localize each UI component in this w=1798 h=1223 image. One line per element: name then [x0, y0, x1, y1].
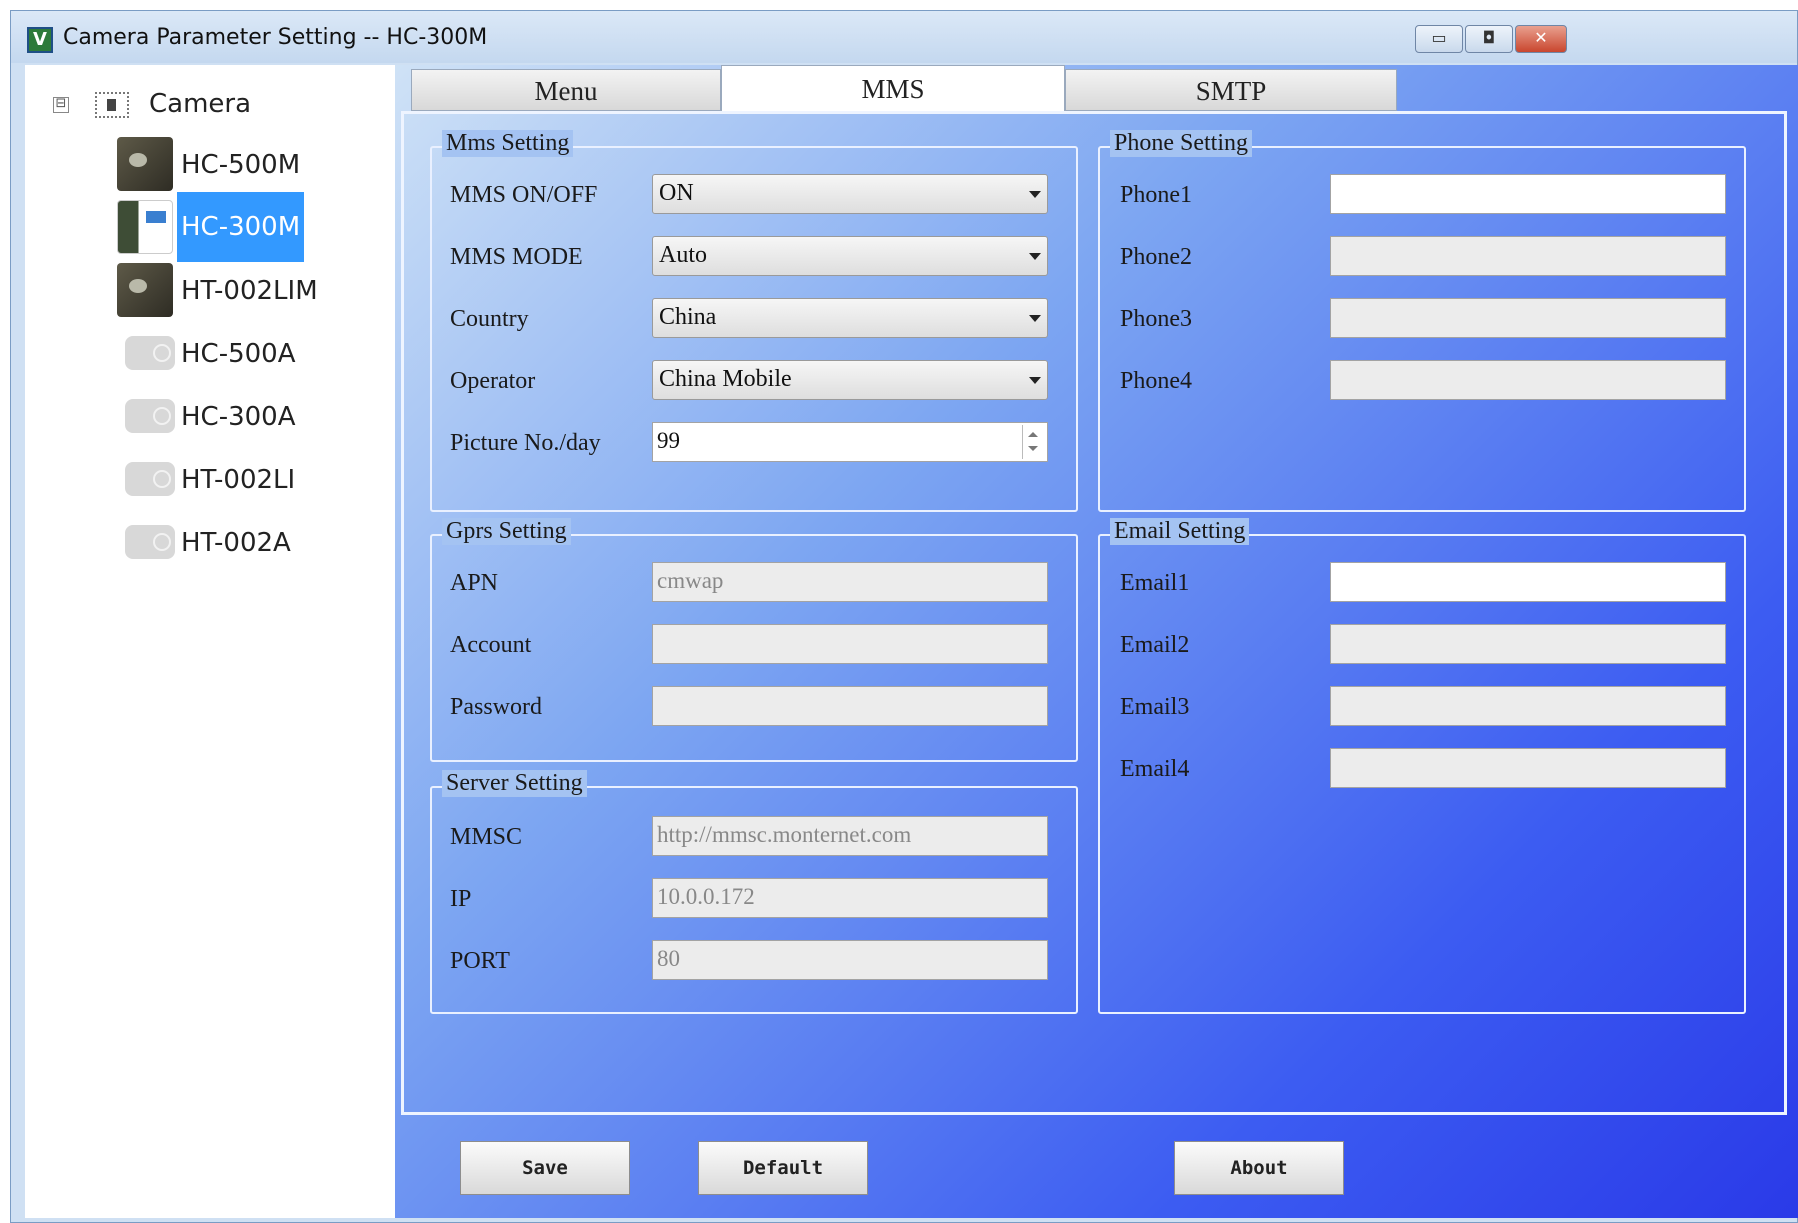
- dropdown-arrow-icon: [1029, 253, 1041, 260]
- spin-buttons[interactable]: [1022, 425, 1045, 459]
- mmsc-label: MMSC: [450, 824, 523, 850]
- window-title: Camera Parameter Setting -- HC-300M: [63, 25, 488, 50]
- apn-input[interactable]: cmwap: [652, 562, 1048, 602]
- operator-label: Operator: [450, 368, 536, 394]
- account-label: Account: [450, 632, 532, 658]
- ip-label: IP: [450, 886, 472, 912]
- apn-label: APN: [450, 570, 499, 596]
- phone-setting-title: Phone Setting: [1110, 130, 1253, 157]
- server-setting-title: Server Setting: [442, 770, 587, 797]
- camera-thumbnail-icon: [117, 137, 173, 191]
- tree-root-camera[interactable]: ⊟ Camera: [53, 89, 251, 119]
- phone2-label: Phone2: [1120, 244, 1192, 270]
- account-input[interactable]: [652, 624, 1048, 664]
- camera-placeholder-icon: [125, 525, 175, 559]
- camera-placeholder-icon: [125, 462, 175, 496]
- phone4-label: Phone4: [1120, 368, 1192, 394]
- mms-onoff-value: ON: [659, 180, 694, 206]
- picture-per-day-label: Picture No./day: [450, 430, 601, 456]
- port-label: PORT: [450, 948, 510, 974]
- operator-select[interactable]: China Mobile: [652, 360, 1048, 400]
- dropdown-arrow-icon: [1029, 377, 1041, 384]
- email2-label: Email2: [1120, 632, 1190, 658]
- mms-onoff-select[interactable]: ON: [652, 174, 1048, 214]
- email4-input[interactable]: [1330, 748, 1726, 788]
- tree-item-label: HT-002LI: [181, 465, 296, 495]
- mms-mode-select[interactable]: Auto: [652, 236, 1048, 276]
- email-setting-group: Email Setting Email1 Email2 Email3 Email…: [1098, 518, 1746, 1014]
- email2-input[interactable]: [1330, 624, 1726, 664]
- maximize-button[interactable]: ◘: [1465, 25, 1513, 53]
- camera-thumbnail-icon: [117, 263, 173, 317]
- camera-package-thumbnail-icon: [117, 200, 173, 254]
- gprs-setting-group: Gprs Setting APN cmwap Account Password: [430, 518, 1078, 762]
- country-select[interactable]: China: [652, 298, 1048, 338]
- phone2-input[interactable]: [1330, 236, 1726, 276]
- app-window: V Camera Parameter Setting -- HC-300M ▭ …: [10, 10, 1798, 1223]
- email3-label: Email3: [1120, 694, 1190, 720]
- spin-down-icon[interactable]: [1028, 446, 1038, 451]
- country-value: China: [659, 304, 717, 330]
- email3-input[interactable]: [1330, 686, 1726, 726]
- mms-onoff-label: MMS ON/OFF: [450, 182, 598, 208]
- gprs-setting-title: Gprs Setting: [442, 518, 571, 545]
- tab-smtp[interactable]: SMTP: [1065, 69, 1397, 111]
- picture-per-day-value: 99: [657, 428, 680, 453]
- collapse-icon[interactable]: ⊟: [53, 96, 69, 113]
- default-button[interactable]: Default: [698, 1141, 868, 1195]
- server-setting-group: Server Setting MMSC http://mmsc.monterne…: [430, 770, 1078, 1014]
- tree-item-label: HC-300A: [181, 402, 296, 432]
- picture-per-day-stepper[interactable]: 99: [652, 422, 1048, 462]
- phone-setting-group: Phone Setting Phone1 Phone2 Phone3 Phone…: [1098, 130, 1746, 512]
- password-input[interactable]: [652, 686, 1048, 726]
- mmsc-input[interactable]: http://mmsc.monternet.com: [652, 816, 1048, 856]
- port-input[interactable]: 80: [652, 940, 1048, 980]
- app-logo-icon: V: [27, 27, 53, 53]
- tree-root-label: Camera: [149, 89, 252, 119]
- camera-folder-icon: [95, 91, 129, 118]
- save-button[interactable]: Save: [460, 1141, 630, 1195]
- minimize-button[interactable]: ▭: [1415, 25, 1463, 53]
- camera-placeholder-icon: [125, 399, 175, 433]
- phone4-input[interactable]: [1330, 360, 1726, 400]
- phone3-input[interactable]: [1330, 298, 1726, 338]
- tree-item-label: HC-500M: [181, 150, 301, 180]
- tree-item-label: HC-500A: [181, 339, 296, 369]
- dropdown-arrow-icon: [1029, 315, 1041, 322]
- tab-mms[interactable]: MMS: [721, 65, 1065, 113]
- close-button[interactable]: ✕: [1515, 25, 1567, 53]
- mms-setting-title: Mms Setting: [442, 130, 574, 157]
- phone3-label: Phone3: [1120, 306, 1192, 332]
- email4-label: Email4: [1120, 756, 1190, 782]
- camera-placeholder-icon: [125, 336, 175, 370]
- tree-item-label: HT-002A: [181, 528, 291, 558]
- mms-mode-value: Auto: [659, 242, 707, 268]
- email1-input[interactable]: [1330, 562, 1726, 602]
- mms-mode-label: MMS MODE: [450, 244, 583, 270]
- settings-area: Menu MMS SMTP Mms Setting MMS ON/OFF ON …: [395, 65, 1798, 1218]
- email1-label: Email1: [1120, 570, 1190, 596]
- phone1-label: Phone1: [1120, 182, 1192, 208]
- camera-tree: ⊟ Camera HC-500M HC-300M HT-002LIM HC-500…: [25, 65, 396, 1218]
- operator-value: China Mobile: [659, 366, 792, 392]
- password-label: Password: [450, 694, 543, 720]
- tab-menu[interactable]: Menu: [411, 69, 721, 111]
- mms-tab-panel: Mms Setting MMS ON/OFF ON MMS MODE Auto …: [401, 111, 1787, 1115]
- ip-input[interactable]: 10.0.0.172: [652, 878, 1048, 918]
- title-bar: V Camera Parameter Setting -- HC-300M ▭ …: [11, 11, 1797, 63]
- tree-item-label: HT-002LIM: [181, 276, 318, 306]
- tree-item-label: HC-300M: [177, 192, 305, 262]
- mms-setting-group: Mms Setting MMS ON/OFF ON MMS MODE Auto …: [430, 130, 1078, 512]
- country-label: Country: [450, 306, 529, 332]
- email-setting-title: Email Setting: [1110, 518, 1250, 545]
- phone1-input[interactable]: [1330, 174, 1726, 214]
- about-button[interactable]: About: [1174, 1141, 1344, 1195]
- spin-up-icon[interactable]: [1028, 432, 1038, 437]
- dropdown-arrow-icon: [1029, 191, 1041, 198]
